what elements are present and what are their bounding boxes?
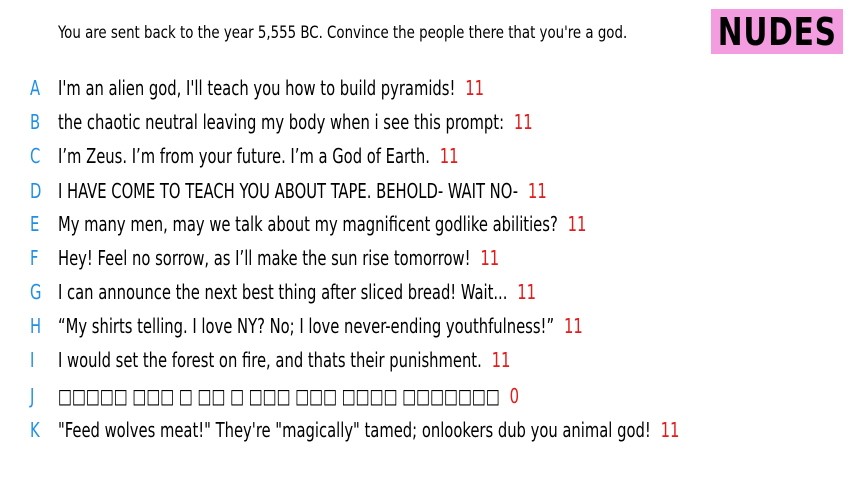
answer-letter: C [30, 144, 41, 168]
answer-text: "Feed wolves meat!" They're "magically" … [58, 418, 651, 442]
author-badge: NUDES [711, 9, 843, 54]
answer-text: I can announce the next best thing after… [58, 280, 508, 304]
answer-score: 11 [563, 314, 583, 338]
answer-letter: D [30, 179, 42, 203]
answer-text: □□□□□ □□□ □ □□ □ □□□ □□□ □□□□ □□□□□□□ [58, 384, 500, 408]
answer-text: My many men, may we talk about my magnif… [58, 212, 558, 236]
answer-score: 11 [527, 179, 547, 203]
answer-letter: H [30, 314, 42, 338]
answer-letter: J [30, 384, 35, 408]
answer-score: 11 [491, 348, 511, 372]
answer-text: I’m Zeus. I’m from your future. I’m a Go… [58, 144, 430, 168]
answer-score: 11 [465, 76, 485, 100]
answer-letter: F [30, 246, 39, 270]
answer-letter: I [30, 348, 35, 372]
answer-text: Hey! Feel no sorrow, as I’ll make the su… [58, 246, 471, 270]
answer-letter: B [30, 110, 41, 134]
answer-letter: K [30, 418, 40, 442]
answer-letter: G [30, 280, 42, 304]
author-badge-label: NUDES [717, 9, 837, 54]
answer-letter: A [30, 76, 41, 100]
answer-score: 11 [567, 212, 587, 236]
answer-text: I'm an alien god, I'll teach you how to … [58, 76, 456, 100]
answer-score: 11 [513, 110, 533, 134]
answer-score: 11 [517, 280, 537, 304]
answer-score: 0 [509, 384, 520, 408]
answer-score: 11 [439, 144, 459, 168]
answer-letter: E [30, 212, 40, 236]
answer-text: “My shirts telling. I love NY? No; I lov… [58, 314, 555, 338]
answer-score: 11 [660, 418, 680, 442]
answer-text: the chaotic neutral leaving my body when… [58, 110, 505, 134]
answer-text: I would set the forest on fire, and that… [58, 348, 482, 372]
answer-text: I HAVE COME TO TEACH YOU ABOUT TAPE. BEH… [58, 179, 519, 203]
answer-score: 11 [480, 246, 500, 270]
prompt-text: You are sent back to the year 5,555 BC. … [58, 23, 628, 42]
